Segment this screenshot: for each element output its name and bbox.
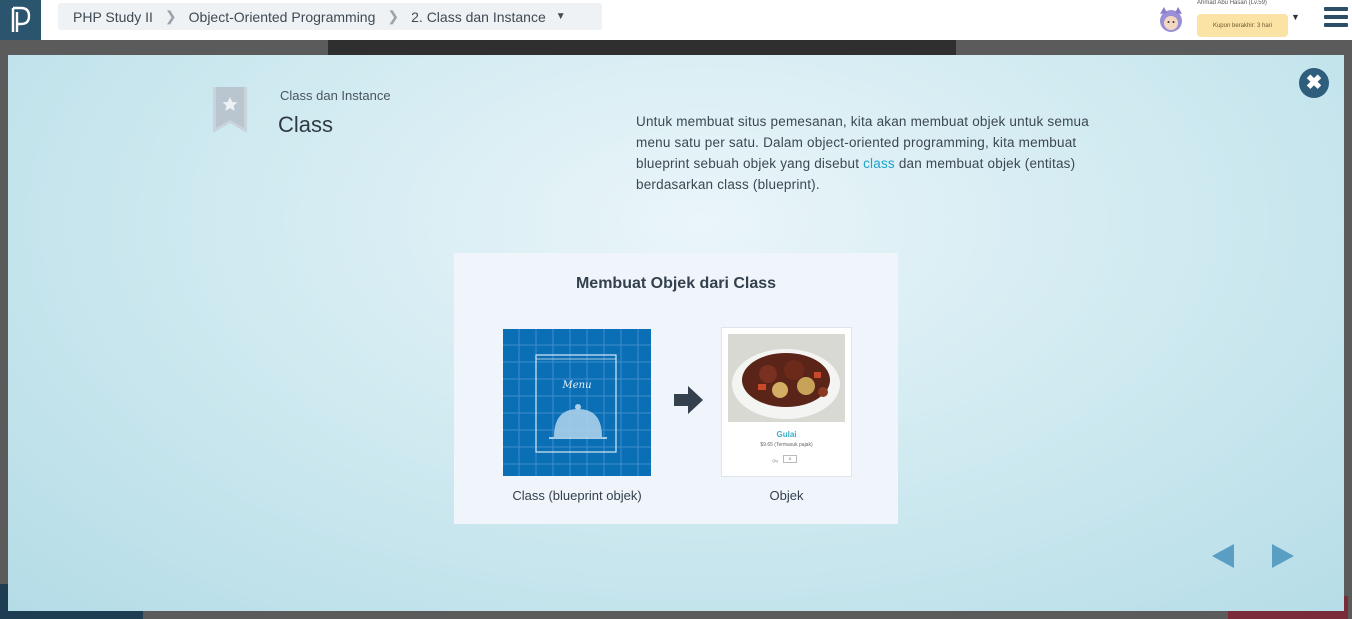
coupon-badge[interactable]: Kupon berakhir: 3 hari: [1197, 14, 1288, 37]
slide-description: Untuk membuat situs pemesanan, kita akan…: [636, 111, 1116, 195]
blueprint-menu-image: Menu: [503, 329, 651, 476]
objek-menu-card: Gulai $9.65 (Termasuk pajak) Qty 0: [721, 327, 852, 477]
keyword-class: class: [863, 156, 895, 171]
hamburger-menu-icon[interactable]: [1324, 7, 1348, 27]
slide-title: Class: [278, 112, 334, 137]
breadcrumb-lesson[interactable]: 2. Class dan Instance: [411, 9, 546, 25]
figure-title: Membuat Objek dari Class: [575, 275, 777, 292]
caption-class: Class (blueprint objek): [512, 488, 642, 503]
bookmark-icon: [213, 87, 247, 133]
food-image: [728, 334, 845, 422]
breadcrumb: PHP Study II ❯ Object-Oriented Programmi…: [58, 3, 602, 30]
food-price: $9.65 (Termasuk pajak): [760, 442, 813, 448]
slide-subtitle: Class dan Instance: [280, 88, 391, 103]
caption-objek: Objek: [769, 488, 804, 503]
food-name: Gulai: [776, 430, 797, 439]
breadcrumb-course[interactable]: PHP Study II: [73, 9, 153, 25]
blueprint-menu-label: Menu: [561, 380, 591, 391]
caret-down-icon[interactable]: ▼: [556, 11, 566, 22]
top-header: PHP Study II ❯ Object-Oriented Programmi…: [0, 0, 1352, 40]
progate-logo[interactable]: [0, 0, 41, 40]
slide-modal: ✖ Class dan Instance Class Untuk membuat…: [8, 55, 1344, 611]
logo-icon: [11, 6, 30, 32]
chevron-right-icon: ❯: [164, 8, 177, 24]
arrow-right-icon: [674, 386, 703, 414]
avatar[interactable]: [1156, 4, 1186, 34]
background-video-bar: [328, 40, 956, 55]
figure-card: Membuat Objek dari Class Menu Gulai $9.6…: [454, 253, 898, 524]
user-name[interactable]: Ahmad Abu Hasan (Lv.59): [1197, 0, 1267, 6]
qty-label: Qty: [772, 458, 779, 463]
breadcrumb-chapter[interactable]: Object-Oriented Programming: [189, 9, 376, 25]
user-menu-caret-icon[interactable]: ▼: [1291, 12, 1300, 22]
next-slide-icon[interactable]: [1272, 544, 1296, 568]
chevron-right-icon: ❯: [387, 8, 400, 24]
qty-input: 0: [783, 455, 797, 463]
prev-slide-icon[interactable]: [1210, 544, 1234, 568]
close-icon[interactable]: ✖: [1299, 68, 1329, 98]
